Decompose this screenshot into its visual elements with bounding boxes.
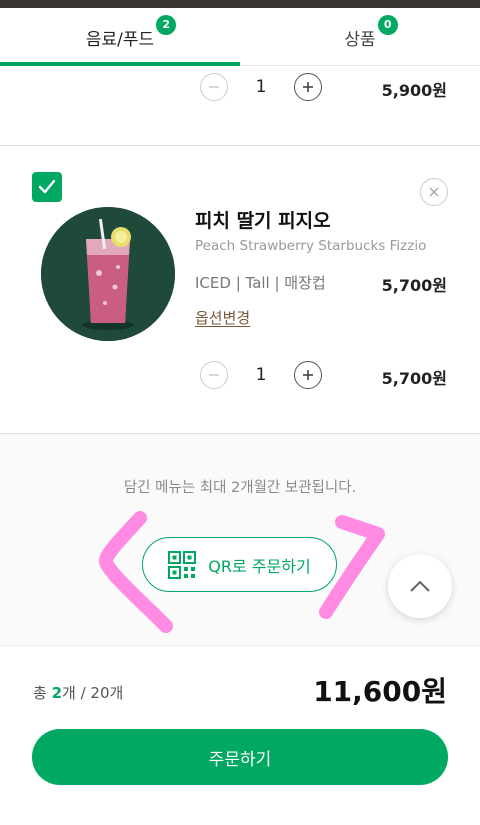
quantity-value: 1 [255, 365, 267, 385]
count-value: 2 [51, 684, 63, 702]
qr-button-label: QR로 주문하기 [208, 556, 311, 576]
plus-icon [303, 370, 313, 380]
minus-icon [209, 86, 219, 88]
option-price: 5,700원 [381, 276, 447, 295]
qr-order-button[interactable]: QR로 주문하기 [142, 537, 337, 592]
tab-label: 상품 [344, 29, 376, 50]
product-name: 피치 딸기 피지오 [195, 210, 331, 232]
product-image [41, 207, 175, 341]
minus-button[interactable] [200, 361, 228, 389]
check-icon [38, 179, 56, 194]
count-badge: 2 [156, 14, 177, 35]
count-suffix: 개 / 20개 [62, 684, 124, 702]
item-checkbox[interactable] [32, 172, 62, 202]
scroll-to-top-button[interactable] [388, 554, 452, 618]
line-price: 5,700원 [381, 369, 447, 388]
product-name-en: Peach Strawberry Starbucks Fizzio [195, 238, 427, 254]
option-change-link[interactable]: 옵션변경 [195, 307, 250, 328]
remove-item-button[interactable] [420, 178, 448, 206]
tab-label: 음료/푸드 [85, 29, 155, 50]
quantity-stepper: 1 [200, 73, 322, 101]
plus-icon [303, 82, 313, 92]
line-price: 5,900원 [381, 81, 447, 100]
drink-glass-icon [41, 207, 175, 341]
close-icon [429, 187, 439, 197]
category-tabs: 음료/푸드 2 상품 0 [0, 8, 480, 66]
plus-button[interactable] [294, 73, 322, 101]
storage-notice: 담긴 메뉴는 최대 2개월간 보관됩니다. [123, 480, 357, 496]
minus-button[interactable] [200, 73, 228, 101]
total-price: 11,600원 [313, 675, 447, 708]
plus-button[interactable] [294, 361, 322, 389]
product-options: ICED | Tall | 매장컵 [195, 274, 326, 292]
tab-goods[interactable]: 상품 0 [240, 8, 480, 66]
tab-beverage-food[interactable]: 음료/푸드 2 [0, 8, 240, 66]
qr-code-icon [168, 550, 197, 579]
item-divider [0, 145, 480, 146]
status-bar [0, 0, 480, 8]
item-count: 총 2개 / 20개 [33, 682, 123, 703]
order-button[interactable]: 주문하기 [32, 729, 448, 785]
count-prefix: 총 [33, 684, 52, 702]
quantity-value: 1 [255, 77, 267, 97]
minus-icon [209, 374, 219, 376]
quantity-stepper: 1 [200, 361, 322, 389]
chevron-up-icon [410, 580, 430, 592]
active-tab-indicator [0, 62, 240, 66]
count-badge: 0 [377, 14, 398, 35]
